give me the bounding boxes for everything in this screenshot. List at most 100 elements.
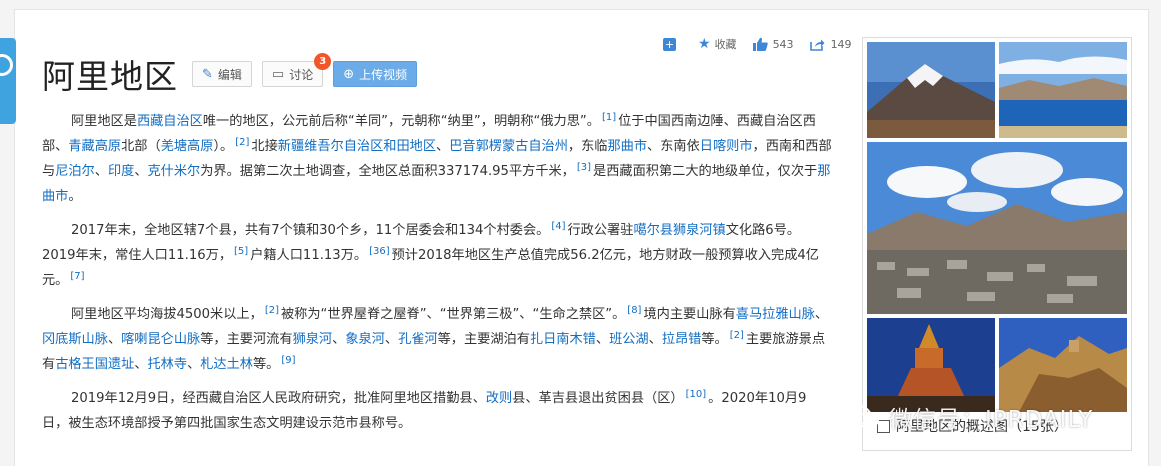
article-link[interactable]: 噶尔县 (633, 223, 673, 238)
photo-stupa[interactable] (867, 318, 995, 412)
article-toolbar: + ★ 收藏 543 149 (663, 36, 868, 52)
collect-button[interactable]: ★ 收藏 (698, 36, 737, 52)
watermark-text: 微信号：IPRDAILY (889, 407, 1094, 433)
edit-button[interactable]: ✎ 编辑 (192, 61, 252, 87)
paragraph-text: 户籍人口11.13万。 (250, 248, 368, 263)
article-link[interactable]: 孔雀河 (398, 332, 438, 347)
collect-label: 收藏 (714, 38, 737, 51)
comment-icon: ▭ (271, 66, 285, 82)
reference-mark[interactable]: [36] (369, 246, 390, 257)
reference-mark[interactable]: [3] (577, 162, 591, 173)
article-link[interactable]: 象泉河 (345, 332, 385, 347)
photo-town-panorama[interactable] (867, 142, 1127, 314)
photo-kailash-mountain[interactable] (867, 42, 995, 138)
side-tab[interactable] (0, 38, 16, 124)
paragraph-text: ，东临 (567, 139, 608, 154)
reference-mark[interactable]: [2] (730, 330, 744, 341)
paragraph-text: 、 (436, 139, 450, 154)
article-link[interactable]: 改则 (486, 391, 512, 406)
article-link[interactable]: 狮泉河镇 (673, 223, 726, 238)
article-link[interactable]: 羌塘高原 (161, 139, 214, 154)
discuss-button[interactable]: ▭ 讨论 3 (261, 53, 332, 87)
paragraph-text: 阿里地区是 (71, 114, 137, 129)
article-link[interactable]: 青藏高原 (68, 139, 121, 154)
article-link[interactable]: 尼泊尔 (55, 164, 95, 179)
wechat-icon (845, 405, 879, 429)
watermark: 微信号：IPRDAILY (845, 400, 1093, 434)
discuss-count-badge: 3 (314, 53, 332, 70)
upload-video-label: 上传视频 (359, 67, 408, 82)
paragraph-text: 县、革吉县退出贫困县（区） (512, 391, 684, 406)
share-button[interactable]: 149 (809, 38, 852, 51)
paragraph-text: 境内主要山脉有 (643, 307, 736, 322)
paragraph-text: 、 (595, 332, 610, 347)
article-link[interactable]: 冈底斯山脉 (42, 332, 108, 347)
paragraph-text: 2019年12月9日，经西藏自治区人民政府研究，批准阿里地区措勤县、 (71, 391, 486, 406)
photo-guge-ruins[interactable] (999, 318, 1127, 412)
paragraph-text: 被称为“世界屋脊之屋脊”、“世界第三极”、“生命之禁区”。 (280, 307, 626, 322)
paragraph-text: 、 (134, 164, 148, 179)
paragraph-2: 2017年末，全地区辖7个县，共有7个镇和30个乡，11个居委会和134个村委会… (42, 218, 832, 293)
article-link[interactable]: 古格王国遗址 (55, 357, 134, 372)
paragraph-text: 等。 (253, 357, 280, 372)
plus-icon: + (663, 37, 676, 51)
paragraph-3: 阿里地区平均海拔4500米以上， [2] 被称为“世界屋脊之屋脊”、“世界第三极”、… (42, 302, 832, 377)
album-collage (867, 42, 1127, 412)
paragraph-text: 为界。据第二次土地调查，全地区总面积337174.95平方千米， (200, 164, 575, 179)
article-link[interactable]: 印度 (108, 164, 134, 179)
article-link[interactable]: 日喀则市 (700, 139, 753, 154)
paragraph-text: 、东南依 (647, 139, 700, 154)
article-link[interactable]: 巴音郭楞蒙古自治州 (449, 139, 568, 154)
reference-mark[interactable]: [8] (627, 305, 641, 316)
article-body: 阿里地区是西藏自治区唯一的地区，公元前后称“羊同”，元朝称“纳里”，明朝称“俄力… (42, 109, 832, 445)
star-icon: ★ (698, 36, 711, 52)
paragraph-text: 、 (814, 307, 829, 322)
share-icon (809, 39, 825, 51)
paragraph-text: 北部（ (121, 139, 161, 154)
article-link[interactable]: 新疆维吾尔自治区 (278, 139, 384, 154)
reference-mark[interactable]: [9] (281, 355, 295, 366)
paragraph-text: ）。 (213, 139, 234, 154)
page-title: 阿里地区 (42, 57, 178, 96)
side-tab-icon (0, 54, 13, 76)
reference-mark[interactable]: [2] (265, 305, 279, 316)
paragraph-text: 是西藏面积第二大的地级单位，仅次于 (593, 164, 818, 179)
edit-label: 编辑 (217, 67, 242, 82)
article-link[interactable]: 托林寺 (148, 357, 188, 372)
paragraph-text: 阿里地区平均海拔4500米以上， (71, 307, 263, 322)
article-link[interactable]: 克什米尔 (148, 164, 201, 179)
reference-mark[interactable]: [2] (235, 137, 249, 148)
article-link[interactable]: 那曲市 (607, 139, 647, 154)
photo-album[interactable]: 阿里地区的概述图（15张） (862, 37, 1132, 451)
thumbs-up-icon (752, 37, 768, 51)
paragraph-text: 、 (332, 332, 346, 347)
paragraph-text: 、 (187, 357, 201, 372)
article-link[interactable]: 喜马拉雅山脉 (736, 307, 815, 322)
reference-mark[interactable]: [4] (551, 221, 565, 232)
reference-mark[interactable]: [1] (602, 112, 616, 123)
add-button[interactable]: + (663, 37, 682, 51)
paragraph-text: 北接 (251, 139, 278, 154)
reference-mark[interactable]: [10] (686, 389, 707, 400)
article-link[interactable]: 拉昂错 (662, 332, 702, 347)
like-button[interactable]: 543 (752, 37, 794, 51)
photo-lake[interactable] (999, 42, 1127, 138)
reference-mark[interactable]: [7] (70, 271, 84, 282)
paragraph-text: 、 (107, 332, 122, 347)
article-link[interactable]: 西藏自治区 (137, 114, 203, 129)
paragraph-text: 唯一的地区，公元前后称“羊同”，元朝称“纳里”，明朝称“俄力思”。 (202, 114, 600, 129)
like-count: 543 (772, 37, 794, 51)
paragraph-text: 、 (648, 332, 662, 347)
paragraph-text: 2017年末，全地区辖7个县，共有7个镇和30个乡，11个居委会和134个村委会… (71, 223, 550, 238)
upload-video-button[interactable]: ⊕ 上传视频 (333, 61, 418, 87)
article-link[interactable]: 班公湖 (609, 332, 649, 347)
article-link[interactable]: 和田地区 (383, 139, 436, 154)
article-link[interactable]: 狮泉河 (293, 332, 333, 347)
article-link[interactable]: 札达土林 (200, 357, 253, 372)
paragraph-text: 、 (94, 164, 108, 179)
article-link[interactable]: 扎日南木错 (530, 332, 596, 347)
paragraph-1: 阿里地区是西藏自治区唯一的地区，公元前后称“羊同”，元朝称“纳里”，明朝称“俄力… (42, 109, 832, 209)
article-link[interactable]: 喀喇昆仑山脉 (121, 332, 200, 347)
paragraph-text: 等，主要河流有 (200, 332, 293, 347)
reference-mark[interactable]: [5] (234, 246, 248, 257)
